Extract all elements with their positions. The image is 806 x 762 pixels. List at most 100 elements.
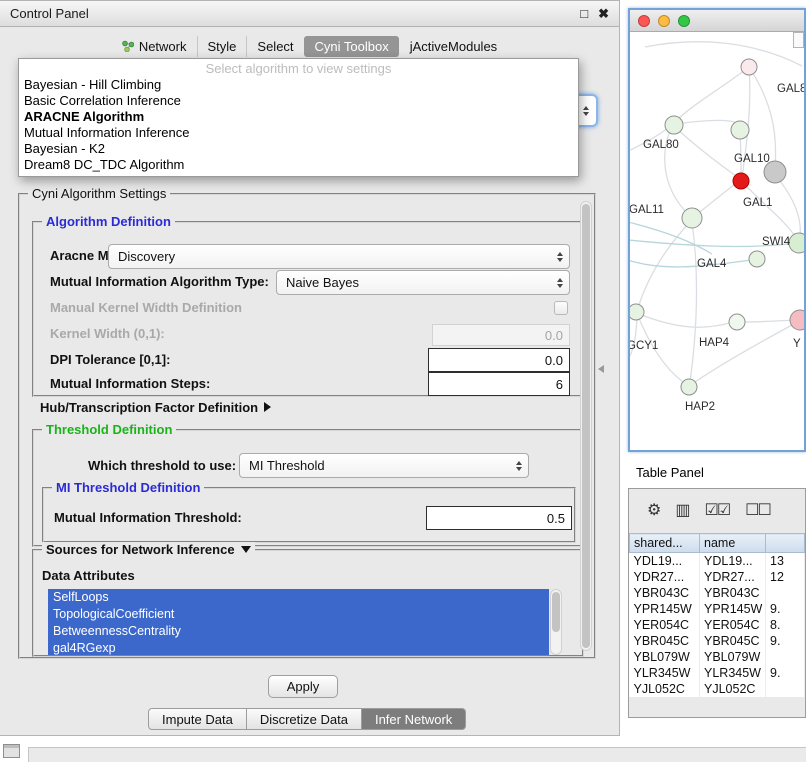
network-edge <box>776 176 800 238</box>
bottom-tab-bar: Impute DataDiscretize DataInfer Network <box>148 708 466 730</box>
algorithm-dropdown-placeholder: Select algorithm to view settings <box>19 60 578 77</box>
mi-algorithm-type-select[interactable]: Naive Bayes <box>276 270 570 295</box>
network-node[interactable] <box>729 314 745 330</box>
algorithm-option[interactable]: Mutual Information Inference <box>19 125 578 141</box>
algorithm-option[interactable]: Bayesian - K2 <box>19 141 578 157</box>
bottom-tab-infer-network[interactable]: Infer Network <box>362 708 466 730</box>
table-row[interactable]: YDL19...YDL19...13 <box>630 553 805 569</box>
table-row[interactable]: YDR27...YDR27...12 <box>630 569 805 585</box>
algorithm-option[interactable]: Basic Correlation Inference <box>19 93 578 109</box>
column-header[interactable]: name <box>700 534 766 553</box>
network-node[interactable] <box>733 173 749 189</box>
network-scrollbar-fragment[interactable] <box>793 32 804 48</box>
node-table: shared...name YDL19...YDL19...13YDR27...… <box>629 533 805 697</box>
node-label: GCY1 <box>630 340 658 352</box>
dpi-tolerance-input[interactable]: 0.0 <box>428 348 570 372</box>
table-row[interactable]: YBR045CYBR045C9. <box>630 633 805 649</box>
attributes-scrollbar[interactable] <box>550 589 562 655</box>
network-node[interactable] <box>682 208 702 228</box>
bottom-tab-discretize-data[interactable]: Discretize Data <box>247 708 362 730</box>
table-cell: YBL079W <box>700 649 766 665</box>
settings-scrollbar[interactable] <box>580 201 592 651</box>
mi-algorithm-type-label: Mutual Information Algorithm Type: <box>50 274 269 290</box>
tab-label: Cyni Toolbox <box>315 39 389 54</box>
column-header[interactable] <box>766 534 805 553</box>
network-node[interactable] <box>665 116 683 134</box>
table-row[interactable]: YBR043CYBR043C <box>630 585 805 601</box>
tab-jactivemodules[interactable]: jActiveModules <box>399 36 507 57</box>
manual-kernel-width-checkbox[interactable] <box>554 301 568 315</box>
network-node[interactable] <box>731 121 749 139</box>
algorithm-option[interactable]: Bayesian - Hill Climbing <box>19 77 578 93</box>
mi-threshold-definition-group: MI Threshold Definition Mutual Informati… <box>42 487 576 543</box>
sources-title[interactable]: Sources for Network Inference <box>42 542 255 557</box>
close-window-icon[interactable]: ✖ <box>598 7 609 20</box>
tab-cyni-toolbox[interactable]: Cyni Toolbox <box>304 36 399 57</box>
mi-threshold-input[interactable]: 0.5 <box>426 506 572 530</box>
table-cell: 9. <box>766 665 805 681</box>
control-panel-titlebar[interactable]: Control Panel □ ✖ <box>0 1 619 27</box>
hub-transcription-label: Hub/Transcription Factor Definition <box>40 400 258 415</box>
hub-transcription-section-toggle[interactable]: Hub/Transcription Factor Definition <box>40 400 271 415</box>
attribute-item[interactable]: gal4RGexp <box>48 640 549 655</box>
table-cell: YER054C <box>630 617 700 633</box>
algorithm-option[interactable]: ARACNE Algorithm <box>19 109 578 125</box>
network-node[interactable] <box>681 379 697 395</box>
algorithm-definition-group: Algorithm Definition Aracne Mode: Discov… <box>32 221 584 397</box>
network-edge <box>675 67 749 122</box>
mi-steps-input[interactable]: 6 <box>428 372 570 396</box>
cp-tab-bar: Network Style Select Cyni Toolbox jActiveMod… <box>0 34 619 58</box>
which-threshold-select[interactable]: MI Threshold <box>239 453 529 478</box>
float-window-icon[interactable]: □ <box>580 7 588 20</box>
table-toolbar: ⚙ ▥ ☑☑ ☐☐ <box>629 489 805 533</box>
gear-icon[interactable]: ⚙ <box>647 503 659 519</box>
table-row[interactable]: YBL079WYBL079W <box>630 649 805 665</box>
bottom-tab-impute-data[interactable]: Impute Data <box>148 708 247 730</box>
network-window-titlebar[interactable] <box>630 10 804 32</box>
network-node[interactable] <box>741 59 757 75</box>
table-row[interactable]: YJL052CYJL052C <box>630 681 805 697</box>
bottom-status-strip <box>28 747 806 762</box>
attribute-item[interactable]: SelfLoops <box>48 589 549 606</box>
window-title: Control Panel <box>10 6 570 21</box>
minimize-traffic-light-icon[interactable] <box>658 15 670 27</box>
network-icon <box>122 40 134 52</box>
network-node[interactable] <box>789 233 804 253</box>
attribute-item[interactable]: TopologicalCoefficient <box>48 606 549 623</box>
table-cell: YLR345W <box>700 665 766 681</box>
unselected-columns-icon[interactable]: ☐☐ <box>745 503 770 519</box>
network-node[interactable] <box>749 251 765 267</box>
tab-label: Style <box>208 39 237 54</box>
apply-button[interactable]: Apply <box>268 675 338 698</box>
table-row[interactable]: YLR345WYLR345W9. <box>630 665 805 681</box>
sources-title-label: Sources for Network Inference <box>46 542 235 557</box>
table-cell <box>766 585 805 601</box>
aracne-mode-select[interactable]: Discovery <box>108 244 570 269</box>
table-row[interactable]: YPR145WYPR145W9. <box>630 601 805 617</box>
selected-columns-icon[interactable]: ☑☑ <box>704 503 729 519</box>
network-node[interactable] <box>630 304 644 320</box>
mi-steps-value: 6 <box>556 377 563 392</box>
close-traffic-light-icon[interactable] <box>638 15 650 27</box>
tab-label: jActiveModules <box>410 39 497 54</box>
network-canvas[interactable]: GAL8GAL80GAL10GAL11GAL1SWI4GAL4GCY1HAP4Y… <box>630 32 804 450</box>
data-attributes-label: Data Attributes <box>42 568 135 584</box>
network-node[interactable] <box>790 310 804 330</box>
tab-select[interactable]: Select <box>246 36 303 57</box>
kernel-width-input[interactable]: 0.0 <box>432 324 570 346</box>
zoom-traffic-light-icon[interactable] <box>678 15 690 27</box>
network-edge <box>695 184 735 216</box>
tab-style[interactable]: Style <box>197 36 247 57</box>
dpi-tolerance-value: 0.0 <box>545 353 563 368</box>
algorithm-dropdown-list: Bayesian - Hill ClimbingBasic Correlatio… <box>19 77 578 173</box>
attribute-item[interactable]: BetweennessCentrality <box>48 623 549 640</box>
collapsed-panel-icon[interactable] <box>3 744 20 758</box>
tab-network[interactable]: Network <box>112 36 197 57</box>
table-row[interactable]: YER054CYER054C8. <box>630 617 805 633</box>
algorithm-option[interactable]: Dream8 DC_TDC Algorithm <box>19 157 578 173</box>
network-edge <box>630 260 752 267</box>
network-edge <box>692 324 794 384</box>
column-header[interactable]: shared... <box>630 534 700 553</box>
table-columns-icon[interactable]: ▥ <box>675 503 688 519</box>
splitter-collapse-icon[interactable] <box>598 365 604 373</box>
